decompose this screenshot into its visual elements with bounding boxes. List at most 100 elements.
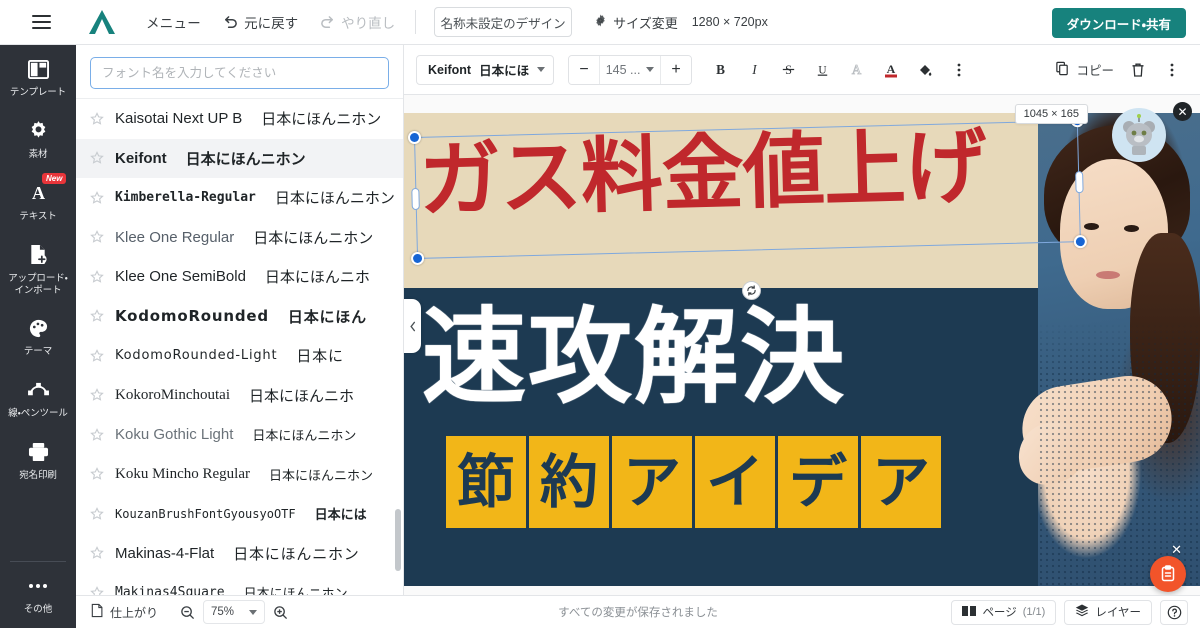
close-icon[interactable]: ✕ xyxy=(1173,102,1192,121)
yellow-tag-cell[interactable]: 約 xyxy=(529,436,609,528)
help-button[interactable] xyxy=(1160,600,1188,625)
yellow-tag-cell[interactable]: 節 xyxy=(446,436,526,528)
svg-text:S: S xyxy=(785,63,792,77)
font-sample: 日本に xyxy=(296,345,343,366)
zoom-out-icon[interactable] xyxy=(180,605,195,620)
more-actions-button[interactable] xyxy=(1155,54,1188,86)
font-size-stepper: − 145 ... + xyxy=(568,55,692,85)
feedback-fab-button[interactable] xyxy=(1150,556,1186,592)
avatar[interactable] xyxy=(1112,108,1166,162)
design-canvas-area[interactable]: ガス料金値上げ 速攻解決 節 約 ア イ デ ア xyxy=(404,95,1200,602)
font-name: Koku Mincho Regular xyxy=(115,466,250,483)
star-icon[interactable] xyxy=(90,309,104,323)
svg-text:I: I xyxy=(751,62,757,77)
font-search-input[interactable] xyxy=(90,57,389,89)
rail-label-templates: テンプレート xyxy=(10,87,66,99)
star-icon[interactable] xyxy=(90,349,104,363)
design-title-input[interactable]: 名称未設定のデザイン xyxy=(434,7,572,37)
star-icon[interactable] xyxy=(90,191,104,205)
page-count: (1/1) xyxy=(1023,606,1046,618)
font-name: Koku Gothic Light xyxy=(115,426,233,443)
star-icon[interactable] xyxy=(90,388,104,402)
font-list-item[interactable]: Kimberella-Regular 日本にほんニホン xyxy=(76,178,403,218)
font-list-item[interactable]: Koku Mincho Regular 日本にほんニホン xyxy=(76,455,403,495)
font-list-scrollbar[interactable] xyxy=(395,99,401,602)
pages-button[interactable]: ページ (1/1) xyxy=(951,600,1056,625)
font-list-item[interactable]: Klee One Regular 日本にほんニホン xyxy=(76,218,403,258)
artboard[interactable]: ガス料金値上げ 速攻解決 節 約 ア イ デ ア xyxy=(404,113,1200,586)
font-list-item[interactable]: Klee One SemiBold 日本にほんニホ xyxy=(76,257,403,297)
font-size-select[interactable]: 145 ... xyxy=(599,56,661,84)
font-name: Kimberella-Regular xyxy=(115,190,256,205)
white-headline-text[interactable]: 速攻解決 xyxy=(422,305,846,409)
yellow-tag-cell[interactable]: イ xyxy=(695,436,775,528)
font-list-item[interactable]: KodomoRounded 日本にほん xyxy=(76,297,403,337)
zoom-in-icon[interactable] xyxy=(273,605,288,620)
star-icon[interactable] xyxy=(90,112,104,126)
menu-button[interactable]: メニュー xyxy=(146,12,201,32)
font-list-item[interactable]: Kaisotai Next UP B 日本にほんニホン xyxy=(76,99,403,139)
rail-item-pen-tool[interactable]: 線・ペンツール xyxy=(0,366,76,428)
download-share-button[interactable]: ダウンロード・共有 xyxy=(1052,8,1186,38)
star-icon[interactable] xyxy=(90,546,104,560)
font-list-item[interactable]: KouzanBrushFontGyousyoOTF 日本には xyxy=(76,494,403,534)
yellow-tag-cell[interactable]: ア xyxy=(861,436,941,528)
svg-text:A: A xyxy=(852,62,862,77)
strikethrough-button[interactable]: S xyxy=(772,54,805,86)
delete-button[interactable] xyxy=(1121,54,1154,86)
close-fab-icon[interactable]: ✕ xyxy=(1171,542,1182,558)
yellow-tag-cell[interactable]: ア xyxy=(612,436,692,528)
text-outline-button[interactable]: A xyxy=(840,54,873,86)
rail-item-address-print[interactable]: 宛名印刷 xyxy=(0,428,76,490)
more-dots-icon xyxy=(29,573,47,599)
more-text-options-button[interactable] xyxy=(942,54,975,86)
font-list-item[interactable]: KodomoRounded-Light 日本に xyxy=(76,336,403,376)
layers-button[interactable]: レイヤー xyxy=(1064,600,1152,625)
selected-font-name: Keifont xyxy=(428,63,471,77)
yellow-tag-row[interactable]: 節 約 ア イ デ ア xyxy=(446,436,941,528)
star-icon[interactable] xyxy=(90,507,104,521)
rail-item-theme[interactable]: テーマ xyxy=(0,304,76,366)
font-size-decrease-button[interactable]: − xyxy=(569,56,599,84)
font-list-item-selected[interactable]: Keifont 日本にほんニホン xyxy=(76,139,403,179)
zoom-level-select[interactable]: 75% xyxy=(203,600,265,624)
scrollbar-thumb[interactable] xyxy=(395,509,401,571)
copy-label: コピー xyxy=(1076,60,1114,79)
rail-label-materials: 素材 xyxy=(29,149,48,161)
font-size-increase-button[interactable]: + xyxy=(661,56,691,84)
resize-button[interactable]: サイズ変更 1280 × 720px xyxy=(594,13,768,32)
text-color-button[interactable]: A xyxy=(874,54,907,86)
redo-button[interactable]: やり直し xyxy=(320,12,395,32)
font-list[interactable]: Kaisotai Next UP B 日本にほんニホン Keifont 日本にほ… xyxy=(76,98,403,602)
font-list-item[interactable]: Koku Gothic Light 日本にほんニホン xyxy=(76,415,403,455)
italic-button[interactable]: I xyxy=(738,54,771,86)
underline-button[interactable]: U xyxy=(806,54,839,86)
undo-button[interactable]: 元に戻す xyxy=(223,12,298,32)
collapse-panel-toggle[interactable] xyxy=(404,299,421,353)
fill-color-button[interactable] xyxy=(908,54,941,86)
hamburger-menu-icon[interactable] xyxy=(20,0,62,45)
star-icon[interactable] xyxy=(90,270,104,284)
font-list-item[interactable]: KokoroMinchoutai 日本にほんニホ xyxy=(76,376,403,416)
rail-item-upload-import[interactable]: アップロード・ インポート xyxy=(0,231,76,305)
star-icon[interactable] xyxy=(90,428,104,442)
star-icon[interactable] xyxy=(90,467,104,481)
rail-item-materials[interactable]: 素材 xyxy=(0,107,76,169)
red-headline-text[interactable]: ガス料金値上げ xyxy=(418,124,1080,223)
font-family-select[interactable]: Keifont 日本にほ xyxy=(416,55,554,85)
font-sample: 日本には xyxy=(315,504,367,523)
rail-item-text[interactable]: New A テキスト xyxy=(0,169,76,231)
rotate-handle[interactable] xyxy=(742,281,761,300)
rail-item-templates[interactable]: テンプレート xyxy=(0,45,76,107)
finish-preview-button[interactable]: 仕上がり xyxy=(90,603,158,621)
star-icon[interactable] xyxy=(90,151,104,165)
copy-button[interactable]: コピー xyxy=(1055,60,1114,79)
star-icon[interactable] xyxy=(90,230,104,244)
model-photo[interactable] xyxy=(1038,113,1200,586)
font-list-item[interactable]: Makinas-4-Flat 日本にほんニホン xyxy=(76,534,403,574)
bold-button[interactable]: B xyxy=(704,54,737,86)
rail-item-more[interactable]: その他 xyxy=(0,562,76,628)
yellow-tag-cell[interactable]: デ xyxy=(778,436,858,528)
rail-label-upload-import: アップロード・ インポート xyxy=(8,273,68,297)
app-logo-icon[interactable] xyxy=(84,6,120,38)
